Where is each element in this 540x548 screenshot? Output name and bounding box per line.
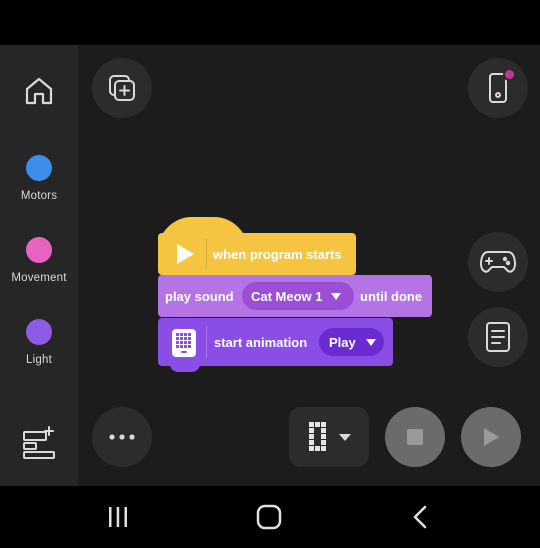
hub-connection-button[interactable] — [468, 58, 528, 118]
play-sound-label: play sound — [165, 289, 234, 304]
start-animation-label: start animation — [214, 335, 308, 350]
play-flag-icon — [177, 244, 194, 264]
app-canvas: Motors Movement Light when program start… — [0, 45, 540, 486]
category-movement[interactable]: Movement — [0, 237, 78, 284]
animation-dropdown[interactable]: Play — [319, 328, 384, 356]
category-motors-label: Motors — [20, 190, 58, 202]
system-home-button[interactable] — [254, 504, 284, 530]
run-button[interactable] — [461, 407, 521, 467]
when-program-starts-block[interactable]: when program starts — [158, 217, 356, 275]
home-icon[interactable] — [20, 72, 58, 110]
add-copy-icon — [109, 75, 135, 101]
circle-home-icon — [256, 504, 282, 530]
block-palette-sidebar: Motors Movement Light — [0, 45, 78, 486]
until-done-label: until done — [360, 289, 423, 304]
light-matrix-icon — [308, 422, 326, 451]
block-separator — [206, 239, 207, 269]
block-separator — [206, 326, 207, 358]
category-motors-dot — [26, 155, 52, 181]
category-movement-label: Movement — [11, 272, 67, 284]
hub-display-icon — [172, 329, 196, 357]
status-bar — [0, 0, 540, 45]
more-icon — [109, 434, 135, 440]
add-copy-button[interactable] — [92, 58, 152, 118]
recents-icon — [109, 507, 127, 527]
back-button[interactable] — [405, 504, 435, 530]
chevron-down-icon — [365, 338, 376, 346]
android-navigation-bar — [0, 486, 540, 548]
add-extension-icon[interactable] — [20, 423, 58, 461]
animation-dropdown-value: Play — [329, 334, 356, 350]
back-icon — [413, 505, 427, 529]
play-icon — [484, 428, 499, 446]
notes-icon — [486, 322, 510, 352]
chevron-down-icon — [338, 433, 351, 441]
game-controller-button[interactable] — [468, 232, 528, 292]
category-light[interactable]: Light — [0, 319, 78, 366]
notes-button[interactable] — [468, 307, 528, 367]
hat-block-label: when program starts — [213, 247, 342, 262]
sound-dropdown[interactable]: Cat Meow 1 — [242, 282, 354, 310]
more-button[interactable] — [92, 407, 152, 467]
chevron-down-icon — [330, 292, 341, 300]
stop-button[interactable] — [385, 407, 445, 467]
hub-status-dot — [503, 68, 516, 81]
sound-dropdown-value: Cat Meow 1 — [251, 288, 323, 304]
block-bottom-notch — [170, 364, 200, 372]
category-light-label: Light — [26, 354, 52, 366]
light-matrix-button[interactable] — [289, 407, 369, 467]
category-movement-dot — [26, 237, 52, 263]
gamepad-icon — [480, 251, 516, 273]
category-motors[interactable]: Motors — [0, 155, 78, 202]
start-animation-block[interactable]: start animation Play — [158, 318, 393, 372]
play-sound-block[interactable]: play sound Cat Meow 1 until done — [158, 275, 432, 317]
stop-icon — [407, 429, 423, 445]
category-light-dot — [26, 319, 52, 345]
recents-button[interactable] — [103, 504, 133, 530]
